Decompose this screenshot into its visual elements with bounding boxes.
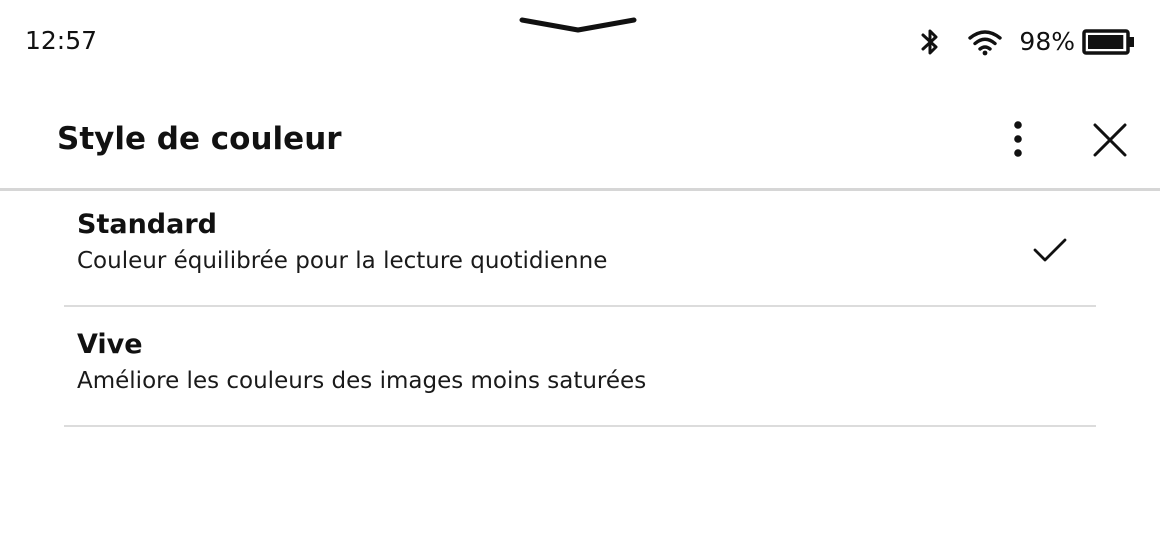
option-description: Améliore les couleurs des images moins s… <box>77 368 647 394</box>
page-title: Style de couleur <box>57 121 342 157</box>
bluetooth-icon <box>921 29 938 55</box>
status-indicators: 98% <box>919 22 1136 62</box>
pull-down-handle-icon[interactable] <box>518 14 638 38</box>
option-name: Vive <box>77 329 143 360</box>
battery-percent: 98% <box>1019 27 1075 56</box>
status-clock: 12:57 <box>25 26 98 55</box>
close-button[interactable] <box>1088 118 1132 162</box>
option-vive[interactable]: Vive Améliore les couleurs des images mo… <box>64 307 1096 427</box>
option-name: Standard <box>77 209 217 240</box>
page-header: Style de couleur <box>0 84 1160 191</box>
status-bar: 12:57 98% <box>0 0 1160 84</box>
battery-icon <box>1082 29 1134 55</box>
more-options-button[interactable] <box>998 116 1038 162</box>
checkmark-icon <box>1033 238 1067 262</box>
wifi-icon <box>968 30 1003 56</box>
option-description: Couleur équilibrée pour la lecture quoti… <box>77 248 608 274</box>
option-standard[interactable]: Standard Couleur équilibrée pour la lect… <box>64 191 1096 307</box>
more-vertical-icon <box>1014 121 1022 157</box>
close-icon <box>1093 123 1127 157</box>
